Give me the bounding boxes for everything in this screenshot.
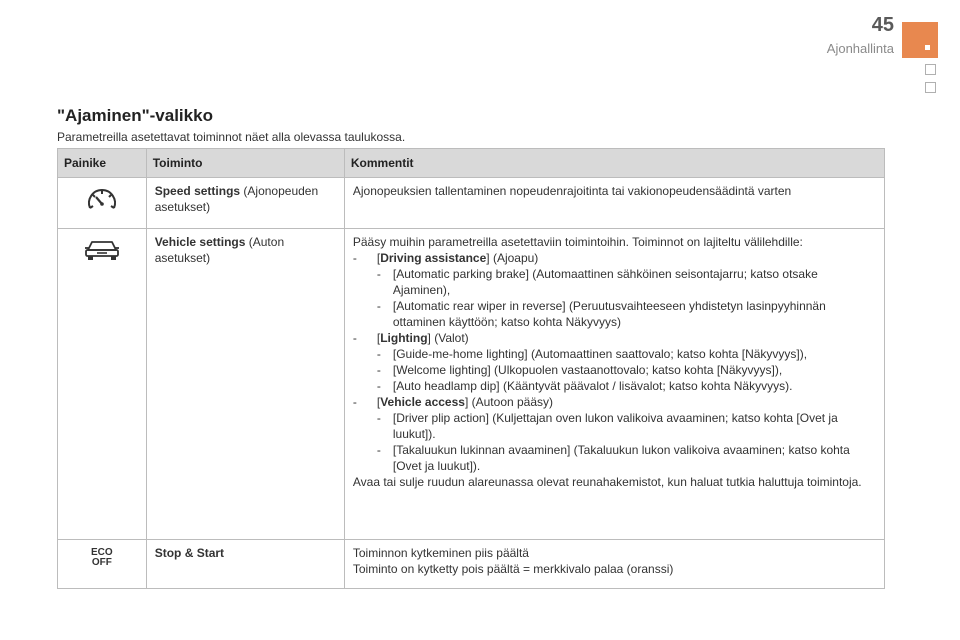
sub-item-text: [Automatic rear wiper in reverse] (Peruu…	[392, 299, 826, 329]
button-cell	[57, 177, 147, 229]
sub-item: - [Driver plip action] (Kuljettajan oven …	[376, 411, 838, 441]
tab-name: Vehicle access	[380, 395, 465, 409]
comment-line: Toiminto on kytketty pois päältä = merkk…	[352, 562, 674, 576]
sub-item: - [Guide-me-home lighting] (Automaattinen…	[376, 347, 808, 361]
sub-item-text: [Guide-me-home lighting] (Automaattinen …	[392, 347, 808, 361]
header-toiminto: Toiminto	[145, 148, 345, 178]
comment-cell: Pääsy muihin parametreilla asetettaviin …	[343, 228, 886, 540]
table-row: Speed settings (Ajonopeuden asetukset) A…	[57, 177, 886, 229]
page-number: 45	[871, 14, 894, 36]
sub-item: - [Automatic rear wiper in reverse] (Peru…	[376, 299, 826, 329]
chapter-tab-marker	[925, 45, 930, 50]
tab-item: - [Vehicle access] (Autoon pääsy)	[352, 395, 554, 409]
header-kommentit: Kommentit	[343, 148, 886, 178]
tab-translation: ] (Valot)	[427, 331, 469, 345]
header-painike: Painike	[57, 148, 147, 178]
comment-cell: Toiminnon kytkeminen piis päältä Toimint…	[343, 539, 886, 589]
function-name: Speed settings	[154, 184, 241, 198]
tab-item: - [Driving assistance] (Ajoapu)	[352, 251, 539, 265]
section-title: "Ajaminen"-valikko	[57, 106, 213, 125]
comment-outro: Avaa tai sulje ruudun alareunassa olevat…	[352, 475, 862, 489]
tab-name: Lighting	[380, 331, 428, 345]
function-name: Vehicle settings	[154, 235, 246, 249]
sub-item-text: [Automatic parking brake] (Automaattinen…	[392, 267, 818, 297]
sub-item-text: [Driver plip action] (Kuljettajan oven l…	[392, 411, 838, 441]
function-cell: Vehicle settings (Auton asetukset)	[145, 228, 345, 540]
table-row: Vehicle settings (Auton asetukset) Pääsy…	[57, 228, 886, 540]
speedometer-icon	[85, 189, 119, 215]
tab-translation: ] (Ajoapu)	[486, 251, 539, 265]
intro-text: Parametreilla asetettavat toiminnot näet…	[57, 130, 406, 144]
sub-item: - [Takaluukun lukinnan avaaminen] (Takalu…	[376, 443, 850, 473]
table-row: ECO OFF Stop & Start Toiminnon kytkemine…	[57, 539, 886, 589]
eco-off-icon: ECO OFF	[91, 548, 113, 568]
table-header-row: Painike Toiminto Kommentit	[57, 148, 886, 178]
sub-item-text: [Takaluukun lukinnan avaaminen] (Takaluu…	[392, 443, 850, 473]
sub-item-text: [Welcome lighting] (Ulkopuolen vastaanot…	[392, 363, 783, 377]
comment-intro: Pääsy muihin parametreilla asetettaviin …	[352, 235, 803, 249]
sub-item: - [Welcome lighting] (Ulkopuolen vastaano…	[376, 363, 783, 377]
comment-line: Toiminnon kytkeminen piis päältä	[352, 546, 529, 560]
button-cell: ECO OFF	[57, 539, 147, 589]
comment-line: Ajonopeuksien tallentaminen nopeudenrajo…	[352, 184, 792, 198]
tab-translation: ] (Autoon pääsy)	[464, 395, 554, 409]
car-icon	[84, 241, 120, 264]
function-name: Stop & Start	[154, 546, 225, 560]
tab-name: Driving assistance	[380, 251, 487, 265]
chapter-name: Ajonhallinta	[826, 41, 894, 56]
off-label: OFF	[91, 557, 112, 568]
sub-item: - [Automatic parking brake] (Automaattine…	[376, 267, 818, 297]
settings-table: Painike Toiminto Kommentit Speed setting…	[57, 148, 886, 589]
chapter-tab[interactable]	[902, 22, 938, 58]
comment-cell: Ajonopeuksien tallentaminen nopeudenrajo…	[343, 177, 886, 229]
sub-item: - [Auto headlamp dip] (Kääntyvät päävalot…	[376, 379, 793, 393]
sub-item-text: [Auto headlamp dip] (Kääntyvät päävalot …	[392, 379, 793, 393]
side-box-1	[925, 64, 936, 75]
side-box-2	[925, 82, 936, 93]
button-cell	[57, 228, 147, 540]
function-cell: Stop & Start	[145, 539, 345, 589]
function-cell: Speed settings (Ajonopeuden asetukset)	[145, 177, 345, 229]
tab-item: - [Lighting] (Valot)	[352, 331, 469, 345]
